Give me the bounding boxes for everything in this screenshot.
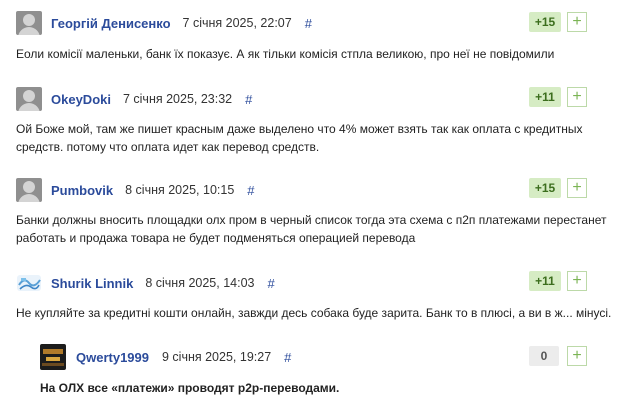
- comment-header: OkeyDoki 7 січня 2025, 23:32 #: [16, 86, 252, 112]
- comment-text-line: Банки должны вносить площадки олх пром в…: [16, 213, 607, 227]
- avatar[interactable]: [40, 344, 66, 370]
- upvote-button[interactable]: +: [567, 271, 587, 291]
- permalink[interactable]: #: [305, 16, 312, 31]
- comment-date: 7 січня 2025, 23:32: [122, 92, 233, 106]
- comment-text: На ОЛХ все «платежи» проводят p2p-перево…: [40, 381, 340, 395]
- comment-header: Георгій Денисенко 7 січня 2025, 22:07 #: [16, 10, 312, 36]
- vote-count: +11: [529, 271, 561, 291]
- comment-text-line: Ой Боже мой, там же пишет красным даже в…: [16, 122, 583, 136]
- comment-text-line: средств. потому что оплата идет как пере…: [16, 140, 320, 154]
- avatar[interactable]: [16, 178, 42, 202]
- comment-date: 8 січня 2025, 14:03: [145, 276, 255, 290]
- author-name[interactable]: Pumbovik: [51, 183, 113, 198]
- permalink[interactable]: #: [247, 183, 254, 198]
- comment-text-line: работать и продажа товара не будет подме…: [16, 231, 416, 245]
- avatar[interactable]: [16, 87, 42, 111]
- upvote-button[interactable]: +: [567, 346, 587, 366]
- vote-count: +11: [529, 87, 561, 107]
- vote-count: +15: [529, 178, 561, 198]
- author-name[interactable]: Shurik Linnik: [51, 276, 133, 291]
- comment-date: 8 січня 2025, 10:15: [125, 183, 235, 197]
- comment-text: Еоли комісії маленьки, банк їх показує. …: [16, 47, 555, 61]
- permalink[interactable]: #: [245, 92, 252, 107]
- comment-header: Shurik Linnik 8 січня 2025, 14:03 #: [16, 270, 275, 296]
- upvote-button[interactable]: +: [567, 178, 587, 198]
- author-name[interactable]: Qwerty1999: [76, 350, 149, 365]
- text-logo-icon: [17, 275, 41, 291]
- vote-count: 0: [529, 346, 559, 366]
- comment-date: 7 січня 2025, 22:07: [182, 16, 292, 30]
- comment-header: Pumbovik 8 січня 2025, 10:15 #: [16, 177, 255, 203]
- author-name[interactable]: Георгій Денисенко: [51, 16, 171, 31]
- author-name[interactable]: OkeyDoki: [51, 92, 111, 107]
- avatar[interactable]: [16, 11, 42, 35]
- avatar[interactable]: [16, 271, 42, 295]
- comment-date: 9 січня 2025, 19:27: [162, 350, 272, 364]
- comment-header: Qwerty1999 9 січня 2025, 19:27 #: [40, 344, 291, 370]
- comment-text: Не купляйте за кредитні кошти онлайн, за…: [16, 306, 612, 320]
- upvote-button[interactable]: +: [567, 12, 587, 32]
- permalink[interactable]: #: [268, 276, 275, 291]
- permalink[interactable]: #: [284, 350, 291, 365]
- upvote-button[interactable]: +: [567, 87, 587, 107]
- vote-count: +15: [529, 12, 561, 32]
